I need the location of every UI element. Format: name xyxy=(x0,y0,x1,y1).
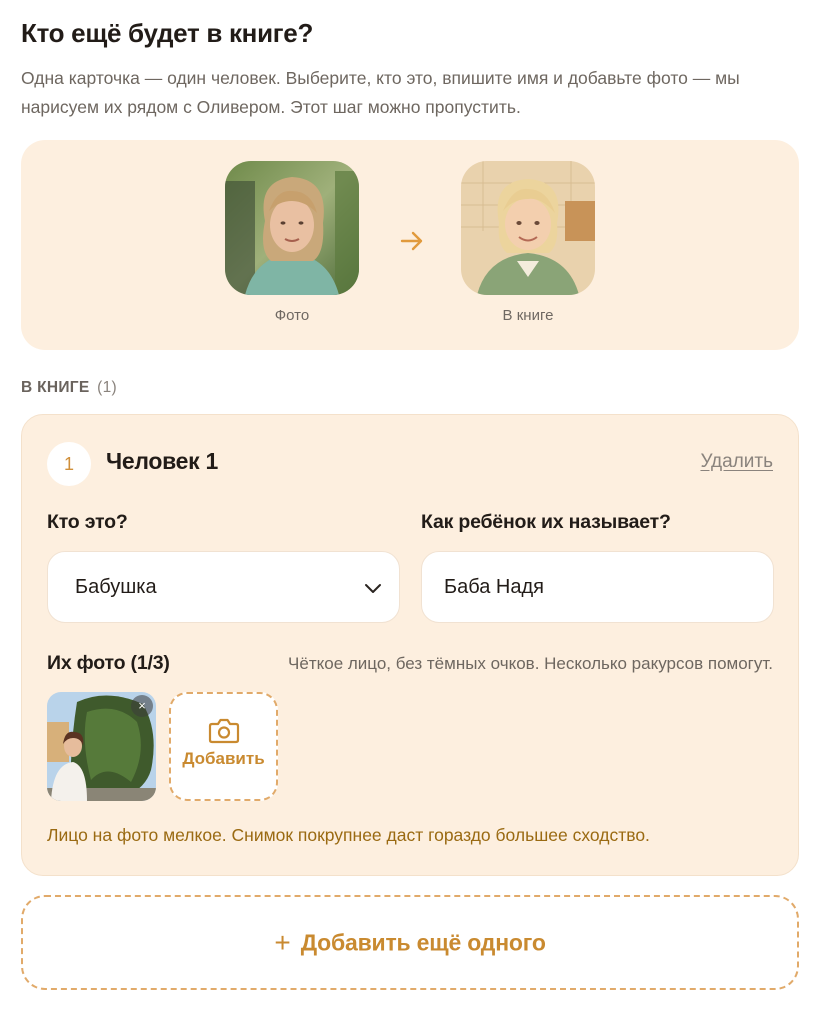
section-heading: В КНИГЕ (1) xyxy=(21,379,117,397)
name-label: Как ребёнок их называет? xyxy=(421,511,671,533)
photos-label: Их фото (1/3) xyxy=(47,652,170,674)
example-book: В книге xyxy=(461,161,595,324)
relation-select[interactable]: Бабушка xyxy=(47,551,400,623)
add-photo-label: Добавить xyxy=(182,749,265,768)
remove-photo-button[interactable]: × xyxy=(131,695,153,717)
who-label: Кто это? xyxy=(47,511,128,533)
plus-icon: + xyxy=(274,927,291,959)
camera-icon xyxy=(208,718,239,744)
section-heading-label: В КНИГЕ xyxy=(21,379,90,396)
add-another-label: Добавить ещё одного xyxy=(300,929,546,956)
photo-quality-warning: Лицо на фото мелкое. Снимок покрупнее да… xyxy=(47,825,650,845)
photos-hint: Чёткое лицо, без тёмных очков. Несколько… xyxy=(288,654,773,673)
example-book-image xyxy=(461,161,595,295)
arrow-right-icon xyxy=(400,231,423,251)
example-photo-image xyxy=(225,161,359,295)
section-count: (1) xyxy=(97,379,117,396)
example-panel: Фото В книге xyxy=(21,140,799,350)
example-photo-caption: Фото xyxy=(274,307,310,324)
add-another-person-button[interactable]: + Добавить ещё одного xyxy=(21,895,799,990)
example-photo: Фото xyxy=(225,161,359,324)
example-book-caption: В книге xyxy=(502,307,554,324)
page-subtitle: Одна карточка — один человек. Выберите, … xyxy=(21,68,740,117)
nickname-input[interactable] xyxy=(421,551,774,623)
delete-person-link[interactable]: Удалить xyxy=(700,451,773,473)
person-card: 1 Человек 1 Удалить Кто это? Как ребёнок… xyxy=(21,414,799,876)
page-title: Кто ещё будет в книге? xyxy=(21,18,314,48)
relation-select-value: Бабушка xyxy=(75,576,157,598)
person-number-badge: 1 xyxy=(47,442,91,486)
add-photo-button[interactable]: Добавить xyxy=(169,692,278,801)
person-title: Человек 1 xyxy=(106,448,218,474)
chevron-down-icon xyxy=(365,584,381,593)
